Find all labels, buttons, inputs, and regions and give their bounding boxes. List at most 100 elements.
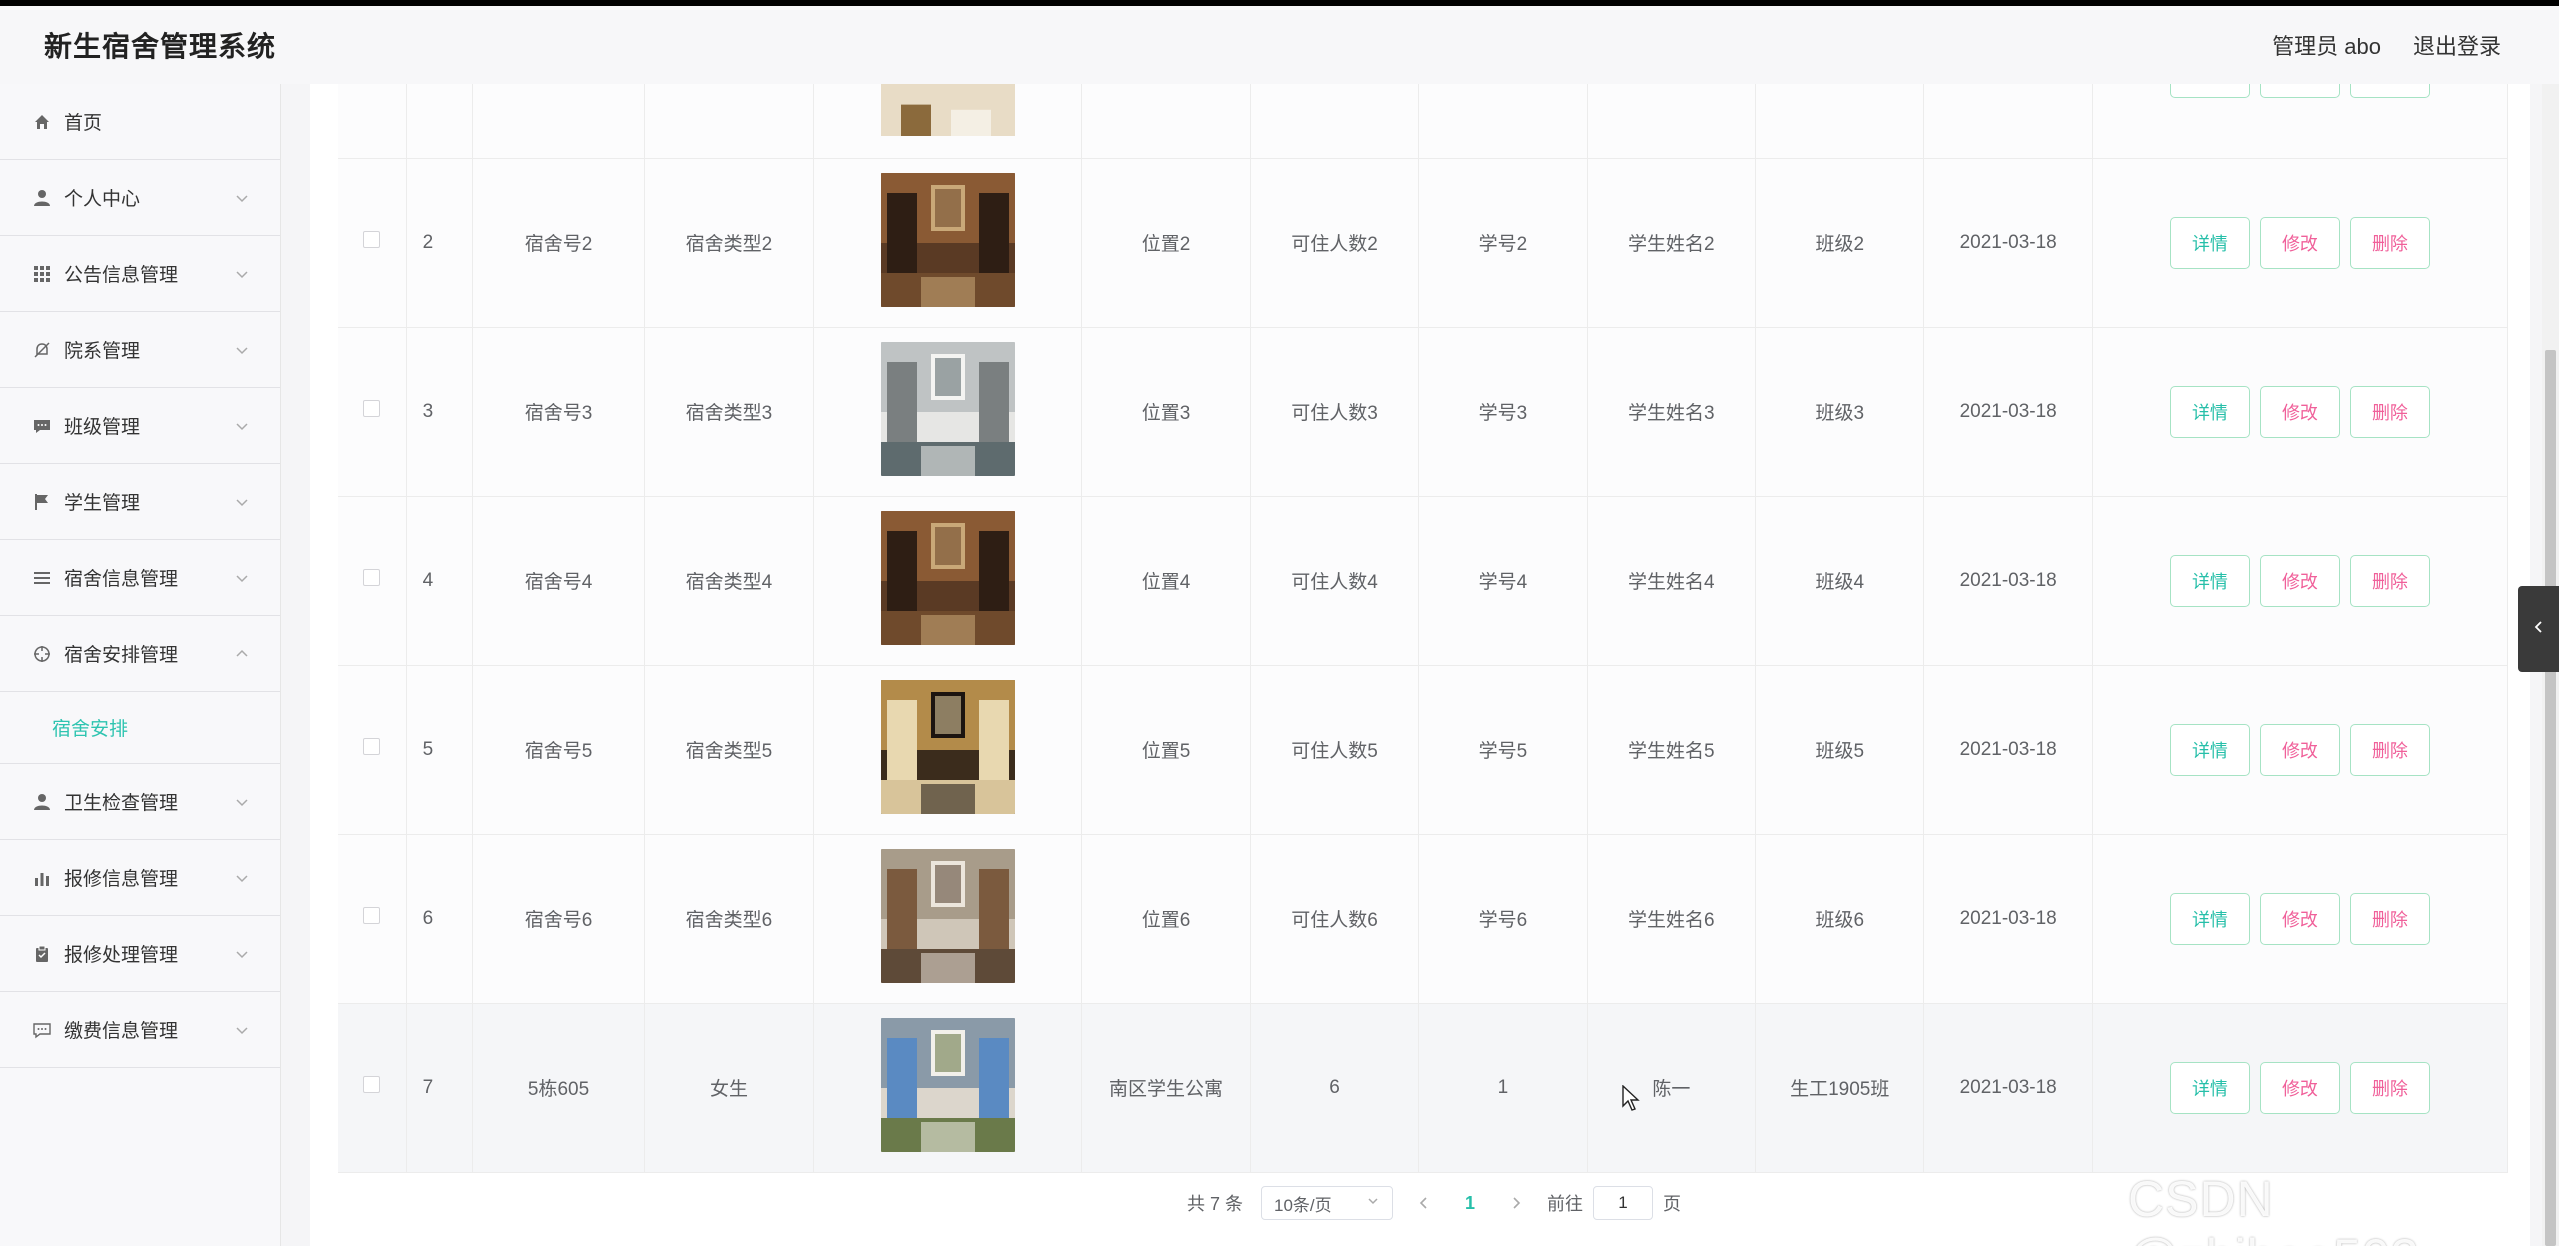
sidebar-item-1[interactable]: 个人中心	[0, 160, 280, 236]
cell-dorm-no: 宿舍号5	[472, 665, 646, 835]
app-title: 新生宿舍管理系统	[44, 31, 277, 62]
cell-capacity: 可住人数2	[1250, 158, 1420, 328]
row-checkbox[interactable]	[363, 907, 381, 924]
delete-button[interactable]: 删除	[2349, 554, 2430, 607]
row-index: 5	[406, 665, 473, 835]
logout-link[interactable]: 退出登录	[2413, 29, 2501, 61]
grid-icon	[32, 264, 52, 284]
cell-dorm-no: 宿舍号4	[472, 496, 646, 666]
edit-button-partial[interactable]	[2259, 84, 2340, 98]
cell-class: 班级6	[1755, 834, 1925, 1004]
row-checkbox[interactable]	[363, 738, 381, 755]
table-row: 3 宿舍号3 宿舍类型3 位置3 可住人数3 学号3 学生姓名3 班级3 2021-03-18 详…	[338, 327, 2509, 497]
dorm-photo-7[interactable]	[880, 1017, 1015, 1152]
chevron-down-icon	[234, 570, 250, 586]
delete-button-partial[interactable]	[2349, 84, 2430, 98]
row-index: 7	[406, 1003, 473, 1173]
sidebar-item-7[interactable]: 宿舍安排管理	[0, 616, 280, 692]
sidebar-item-2[interactable]: 公告信息管理	[0, 236, 280, 312]
edit-button[interactable]: 修改	[2259, 723, 2340, 776]
dorm-photo-4[interactable]	[880, 510, 1015, 645]
goto-page-input[interactable]	[1593, 1186, 1653, 1220]
chevron-up-icon	[234, 646, 250, 662]
page-jump: 前往 页	[1547, 1186, 1681, 1220]
dorm-photo-2[interactable]	[880, 172, 1015, 307]
detail-button[interactable]: 详情	[2169, 216, 2250, 269]
vertical-scrollbar-thumb[interactable]	[2545, 350, 2556, 1246]
delete-button[interactable]: 删除	[2349, 1061, 2430, 1114]
dorm-photo-5[interactable]	[880, 679, 1015, 814]
sidebar-item-label: 首页	[64, 113, 103, 134]
delete-button[interactable]: 删除	[2349, 385, 2430, 438]
row-checkbox[interactable]	[363, 569, 381, 586]
cell-capacity: 可住人数4	[1250, 496, 1420, 666]
row-checkbox[interactable]	[363, 1076, 381, 1093]
current-user-label: 管理员 abo	[2272, 34, 2381, 59]
sidebar-item-9[interactable]: 报修信息管理	[0, 840, 280, 916]
edit-button[interactable]: 修改	[2259, 1061, 2340, 1114]
sidebar-item-label: 学生管理	[64, 493, 141, 514]
home-icon	[32, 112, 52, 132]
edit-button[interactable]: 修改	[2259, 216, 2340, 269]
row-actions: 详情 修改 删除	[2092, 327, 2509, 497]
next-page-button[interactable]	[1503, 1190, 1529, 1216]
cell-student-name: 陈一	[1587, 1003, 1757, 1173]
dorm-photo-3[interactable]	[880, 341, 1015, 476]
watermark-text: CSDN @zhihao503	[2128, 1171, 2419, 1246]
delete-button[interactable]: 删除	[2349, 723, 2430, 776]
cell-class: 班级3	[1755, 327, 1925, 497]
cell-date: 2021-03-18	[1923, 665, 2093, 835]
sidebar-item-3[interactable]: 院系管理	[0, 312, 280, 388]
detail-button[interactable]: 详情	[2169, 1061, 2250, 1114]
page-size-select[interactable]: 10条/页	[1261, 1186, 1393, 1220]
delete-button[interactable]: 删除	[2349, 216, 2430, 269]
row-checkbox[interactable]	[363, 400, 381, 417]
user-icon	[32, 792, 52, 812]
cell-date: 2021-03-18	[1923, 158, 2093, 328]
bar-chart-icon	[32, 868, 52, 888]
detail-button[interactable]: 详情	[2169, 723, 2250, 776]
sidebar-item-4[interactable]: 班级管理	[0, 388, 280, 464]
table-row: 7 5栋605 女生 南区学生公寓 6 1 陈一 生工1905班 2021-03-18 详情 修改删…	[338, 1003, 2509, 1173]
delete-button[interactable]: 删除	[2349, 892, 2430, 945]
row-checkbox[interactable]	[363, 231, 381, 248]
row-actions: 详情 修改 删除	[2092, 158, 2509, 328]
cell-location: 位置5	[1081, 665, 1251, 835]
cell-student-no: 学号5	[1418, 665, 1588, 835]
page-number-current[interactable]: 1	[1455, 1193, 1485, 1214]
cell-date: 2021-03-18	[1923, 834, 2093, 1004]
edit-button[interactable]: 修改	[2259, 892, 2340, 945]
detail-button[interactable]: 详情	[2169, 554, 2250, 607]
cell-location: 位置2	[1081, 158, 1251, 328]
cell-class: 班级2	[1755, 158, 1925, 328]
sidebar-item-label: 个人中心	[64, 189, 141, 210]
dorm-photo-6[interactable]	[880, 848, 1015, 983]
edit-button[interactable]: 修改	[2259, 385, 2340, 438]
edit-button[interactable]: 修改	[2259, 554, 2340, 607]
chevron-down-icon	[234, 190, 250, 206]
cell-dorm-type: 宿舍类型2	[644, 158, 814, 328]
sidebar-subitem-active[interactable]: 宿舍安排	[0, 692, 280, 764]
prev-page-button[interactable]	[1411, 1190, 1437, 1216]
sidebar-item-10[interactable]: 报修处理管理	[0, 916, 280, 992]
sidebar-item-5[interactable]: 学生管理	[0, 464, 280, 540]
detail-button[interactable]: 详情	[2169, 892, 2250, 945]
dorm-photo-partial	[880, 84, 1015, 136]
list-icon	[32, 568, 52, 588]
sidebar-item-11[interactable]: 缴费信息管理	[0, 992, 280, 1068]
row-actions: 详情 修改 删除	[2092, 1003, 2509, 1173]
row-actions: 详情 修改 删除	[2092, 665, 2509, 835]
sidebar-item-8[interactable]: 卫生检查管理	[0, 764, 280, 840]
goto-prefix: 前往	[1547, 1194, 1583, 1214]
sidebar-item-0[interactable]: 首页	[0, 84, 280, 160]
cell-dorm-no: 宿舍号6	[472, 834, 646, 1004]
mouse-cursor-icon	[1622, 1084, 1642, 1118]
detail-button[interactable]: 详情	[2169, 385, 2250, 438]
side-panel-toggle[interactable]	[2518, 586, 2559, 672]
sidebar-item-6[interactable]: 宿舍信息管理	[0, 540, 280, 616]
sidebar-item-label: 公告信息管理	[64, 265, 179, 286]
crosshair-icon	[32, 644, 52, 664]
cell-student-name: 学生姓名4	[1587, 496, 1757, 666]
detail-button-partial[interactable]	[2169, 84, 2250, 98]
chevron-left-icon	[2531, 619, 2547, 640]
